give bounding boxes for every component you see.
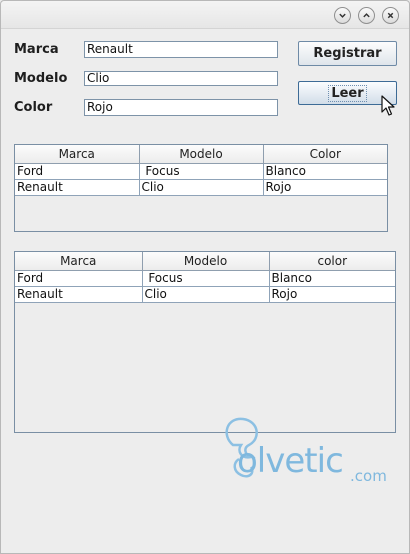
table-cell[interactable]: Clio [142, 286, 270, 303]
column-header-color[interactable]: color [269, 252, 395, 271]
column-header-marca[interactable]: Marca [15, 145, 140, 164]
column-header-modelo[interactable]: Modelo [142, 252, 270, 271]
maximize-button[interactable] [358, 7, 375, 24]
chevron-up-icon [363, 13, 370, 18]
column-header-marca[interactable]: Marca [15, 252, 143, 271]
table-cell[interactable]: Blanco [269, 270, 395, 287]
marca-field[interactable]: Renault [84, 41, 278, 58]
table-cell[interactable]: Ford [15, 270, 143, 287]
table-header-row: Marca Modelo Color [15, 145, 387, 164]
table-bottom[interactable]: Marca Modelo color Ford Focus Blanco Ren… [14, 251, 396, 433]
color-label: Color [14, 100, 53, 115]
table-cell[interactable]: Rojo [269, 286, 395, 303]
table-cell[interactable]: Renault [15, 179, 140, 196]
table-cell[interactable]: Renault [15, 286, 143, 303]
app-window: Marca Modelo Color Renault Clio Rojo Reg… [0, 0, 410, 554]
table-bottom-grid: Marca Modelo color Ford Focus Blanco Ren… [15, 252, 395, 303]
table-row[interactable]: Ford Focus Blanco [15, 270, 395, 287]
table-cell[interactable]: Clio [139, 179, 264, 196]
close-icon [387, 12, 394, 19]
chevron-down-icon [339, 13, 346, 18]
color-field[interactable]: Rojo [84, 99, 278, 116]
modelo-label: Modelo [14, 71, 68, 86]
table-top[interactable]: Marca Modelo Color Ford Focus Blanco Ren… [14, 144, 388, 232]
table-cell[interactable]: Ford [15, 163, 140, 180]
table-cell[interactable]: Focus [139, 163, 264, 180]
column-header-color[interactable]: Color [263, 145, 387, 164]
table-row[interactable]: Renault Clio Rojo [15, 286, 395, 303]
close-button[interactable] [382, 7, 399, 24]
marca-label: Marca [14, 42, 59, 57]
leer-button-label: Leer [328, 84, 367, 102]
table-row[interactable]: Ford Focus Blanco [15, 163, 387, 180]
table-top-grid: Marca Modelo Color Ford Focus Blanco Ren… [15, 145, 387, 196]
table-cell[interactable]: Rojo [263, 179, 387, 196]
mouse-pointer-icon [381, 95, 395, 116]
table-header-row: Marca Modelo color [15, 252, 395, 271]
modelo-field[interactable]: Clio [84, 71, 278, 86]
table-cell[interactable]: Focus [142, 270, 270, 287]
table-row[interactable]: Renault Clio Rojo [15, 179, 387, 196]
registrar-button[interactable]: Registrar [298, 41, 397, 66]
registrar-button-label: Registrar [313, 46, 382, 61]
watermark-text: olvetic [237, 441, 344, 481]
minimize-button[interactable] [334, 7, 351, 24]
table-cell[interactable]: Blanco [263, 163, 387, 180]
column-header-modelo[interactable]: Modelo [139, 145, 264, 164]
title-bar[interactable] [1, 1, 409, 29]
watermark-suffix: .com [350, 467, 387, 485]
